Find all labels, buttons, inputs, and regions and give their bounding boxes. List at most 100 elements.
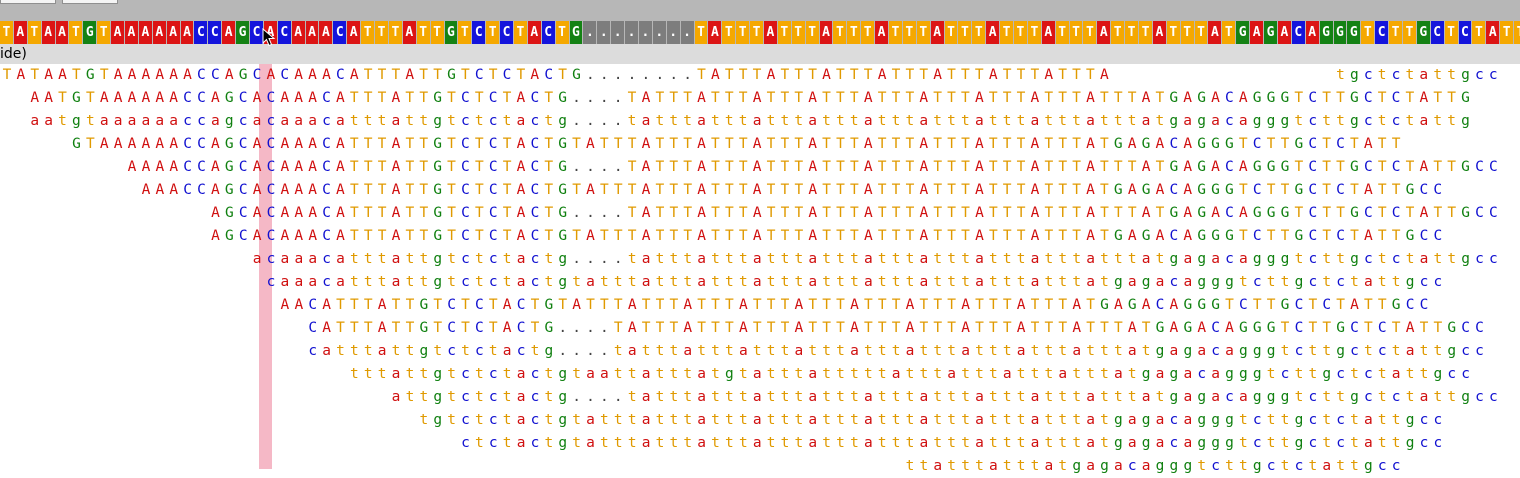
reference-base[interactable]: A [1277,21,1292,44]
read-row[interactable]: -caaacatttattgtctctactgtatttatttatttattt… [250,271,1445,294]
reference-base[interactable]: T [555,21,570,44]
reference-base[interactable]: G [1264,21,1278,44]
reference-base[interactable]: T [1472,21,1487,44]
reference-base[interactable]: T [1125,21,1140,44]
reference-base[interactable]: A [930,21,945,44]
reference-base[interactable]: T [722,21,737,44]
reference-base[interactable]: T [861,21,876,44]
reference-base[interactable]: A [41,21,56,44]
read-row[interactable]: - ttatttatttatgagacagggtcttgctctattgcc [250,455,1403,478]
read-row[interactable]: - AACATTTATTGTCTCTACTGTATTTATTTATTTATTTA… [250,294,1431,317]
reference-base[interactable]: G [236,21,251,44]
reference-base[interactable]: G [444,21,459,44]
reference-base[interactable]: . [583,21,598,44]
reference-base[interactable]: A [527,21,542,44]
reference-base[interactable]: T [416,21,431,44]
reference-base[interactable]: . [680,21,695,44]
reference-base[interactable]: T [1222,21,1237,44]
reference-base[interactable]: T [958,21,973,44]
read-row[interactable]: - attgtctctactg....tatttatttatttatttattt… [250,386,1500,409]
reference-base[interactable]: T [1402,21,1417,44]
reference-base[interactable]: C [1291,21,1306,44]
reference-base[interactable]: T [458,21,473,44]
toolbar-tab[interactable] [0,0,56,4]
reference-base[interactable]: T [1514,21,1520,44]
reference-base[interactable]: T [513,21,528,44]
read-row[interactable]: AGCACAAACATTTATTGTCTCTACTG....TATTTATTTA… [209,202,1501,225]
reference-sequence-track[interactable]: TATAATGTAAAAAACCAGCACAAACATTTATTGTCTCTAC… [0,21,1520,44]
reference-base[interactable]: A [125,21,139,44]
reference-base[interactable]: G [83,21,98,44]
reference-base[interactable]: T [1000,21,1015,44]
reference-base[interactable]: T [1014,21,1028,44]
reference-base[interactable]: A [819,21,834,44]
reference-base[interactable]: T [694,21,709,44]
read-row[interactable]: AAAACCAGCACAAACATTTATTGTCTCTACTG....TATT… [125,156,1500,179]
reference-base[interactable]: A [222,21,237,44]
read-row[interactable]: aatgtaaaaaaccagcacaaacatttattgtctctactg.… [28,110,1473,133]
read-alignment-area[interactable]: TATAATGTAAAAAACCAGCACAAACATTTATTGTCTCTAC… [0,64,1520,474]
reference-base[interactable]: A [875,21,889,44]
reference-base[interactable]: T [97,21,112,44]
reference-base[interactable]: A [1208,21,1223,44]
reference-base[interactable]: G [1416,21,1431,44]
reference-base[interactable]: T [1444,21,1459,44]
reference-base[interactable]: . [611,21,626,44]
reference-base[interactable]: T [375,21,389,44]
reference-base[interactable]: G [1319,21,1334,44]
reference-base[interactable]: A [986,21,1001,44]
reference-base[interactable]: T [0,21,14,44]
reference-base[interactable]: A [1152,21,1167,44]
reference-base[interactable]: T [805,21,820,44]
reference-base[interactable]: A [291,21,306,44]
read-row[interactable]: TATAATGTAAAAAACCAGCACAAACATTTATTGTCTCTAC… [0,64,1500,87]
toolbar-tab[interactable] [62,0,118,4]
reference-base[interactable]: C [208,21,223,44]
reference-base[interactable]: A [347,21,362,44]
reference-base[interactable]: C [194,21,209,44]
reference-base[interactable]: A [55,21,70,44]
read-row[interactable]: - CATTTATTGTCTCTACTG....TATTTATTTATTTATT… [250,317,1486,340]
reference-base[interactable]: T [486,21,501,44]
reference-base[interactable]: T [736,21,751,44]
reference-base[interactable]: A [111,21,126,44]
reference-base[interactable]: A [152,21,167,44]
reference-base[interactable]: A [708,21,723,44]
reference-base[interactable]: T [1389,21,1403,44]
reference-base[interactable]: T [1139,21,1153,44]
reference-base[interactable]: T [1069,21,1084,44]
read-row[interactable]: AATGTAAAAAACCAGCACAAACATTTATTGTCTCTACTG.… [28,87,1473,110]
reference-base[interactable]: A [402,21,417,44]
reference-base[interactable]: A [1305,21,1320,44]
reference-base[interactable]: . [597,21,612,44]
reference-base[interactable]: . [638,21,653,44]
read-row[interactable]: AGCACAAACATTTATTGTCTCTACTGTATTTATTTATTTA… [209,225,1445,248]
reference-base[interactable]: T [1166,21,1181,44]
reference-base[interactable]: C [1375,21,1390,44]
reference-base[interactable]: A [763,21,778,44]
reference-base[interactable]: . [666,21,681,44]
read-row[interactable]: AAACCAGCACAAACATTTATTGTCTCTACTGTATTTATTT… [139,179,1445,202]
reference-base[interactable]: T [1055,21,1070,44]
reference-base[interactable]: A [319,21,334,44]
reference-base[interactable]: T [1083,21,1098,44]
reference-base[interactable]: T [833,21,848,44]
reference-base[interactable]: T [847,21,862,44]
read-row[interactable]: acaaacatttattgtctctactg....tatttatttattt… [250,248,1500,271]
reference-base[interactable]: . [652,21,667,44]
reference-base[interactable]: T [388,21,403,44]
reference-base[interactable]: . [625,21,639,44]
reference-base[interactable]: T [69,21,84,44]
reference-base[interactable]: G [1236,21,1251,44]
reference-base[interactable]: A [1250,21,1265,44]
reference-base[interactable]: C [333,21,348,44]
reference-base[interactable]: T [791,21,806,44]
reference-base[interactable]: A [180,21,195,44]
reference-base[interactable]: A [166,21,181,44]
reference-base[interactable]: T [777,21,792,44]
reference-base[interactable]: G [1333,21,1348,44]
read-row[interactable]: - tgtctctactgtatttatttatttatttatttatttat… [250,409,1445,432]
read-row[interactable]: - catttattgtctctactg....tatttatttatttatt… [250,340,1486,363]
reference-base[interactable]: C [541,21,556,44]
reference-base[interactable]: T [27,21,42,44]
